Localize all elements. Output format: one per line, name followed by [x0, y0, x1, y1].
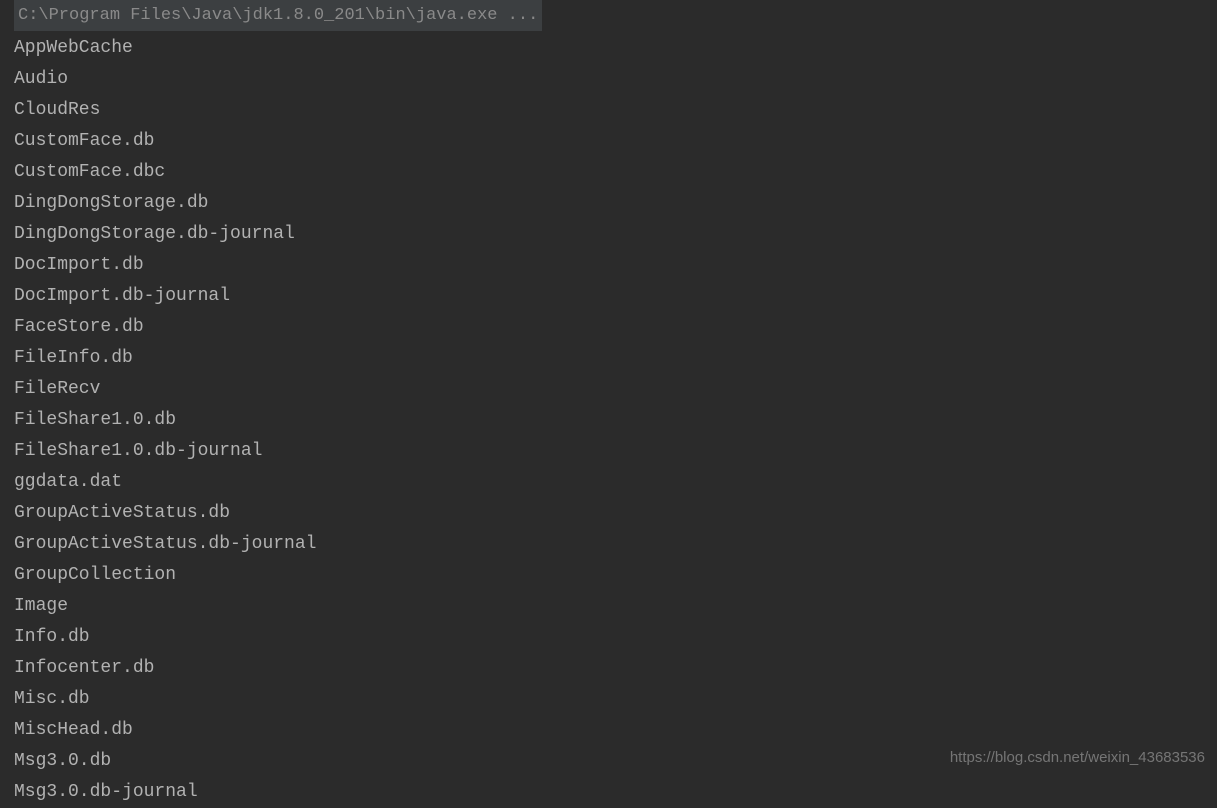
list-item: DingDongStorage.db — [14, 188, 1203, 219]
terminal-output: C:\Program Files\Java\jdk1.8.0_201\bin\j… — [0, 0, 1217, 776]
command-path: C:\Program Files\Java\jdk1.8.0_201\bin\j… — [14, 0, 542, 31]
list-item: FileShare1.0.db — [14, 405, 1203, 436]
list-item: FileShare1.0.db-journal — [14, 436, 1203, 467]
file-list: AppWebCache Audio CloudRes CustomFace.db… — [14, 33, 1203, 808]
list-item: CustomFace.db — [14, 126, 1203, 157]
list-item: AppWebCache — [14, 33, 1203, 64]
list-item: Infocenter.db — [14, 653, 1203, 684]
list-item: GroupActiveStatus.db-journal — [14, 529, 1203, 560]
list-item: FileInfo.db — [14, 343, 1203, 374]
list-item: Misc.db — [14, 684, 1203, 715]
list-item: DocImport.db-journal — [14, 281, 1203, 312]
list-item: FileRecv — [14, 374, 1203, 405]
list-item: Info.db — [14, 622, 1203, 653]
list-item: DocImport.db — [14, 250, 1203, 281]
list-item: GroupActiveStatus.db — [14, 498, 1203, 529]
list-item: MiscHead.db — [14, 715, 1203, 746]
list-item: CustomFace.dbc — [14, 157, 1203, 188]
list-item: CloudRes — [14, 95, 1203, 126]
list-item: Image — [14, 591, 1203, 622]
list-item: Msg3.0.db-journal — [14, 777, 1203, 808]
list-item: GroupCollection — [14, 560, 1203, 591]
list-item: ggdata.dat — [14, 467, 1203, 498]
list-item: FaceStore.db — [14, 312, 1203, 343]
list-item: DingDongStorage.db-journal — [14, 219, 1203, 250]
list-item: Audio — [14, 64, 1203, 95]
watermark-text: https://blog.csdn.net/weixin_43683536 — [950, 749, 1205, 766]
